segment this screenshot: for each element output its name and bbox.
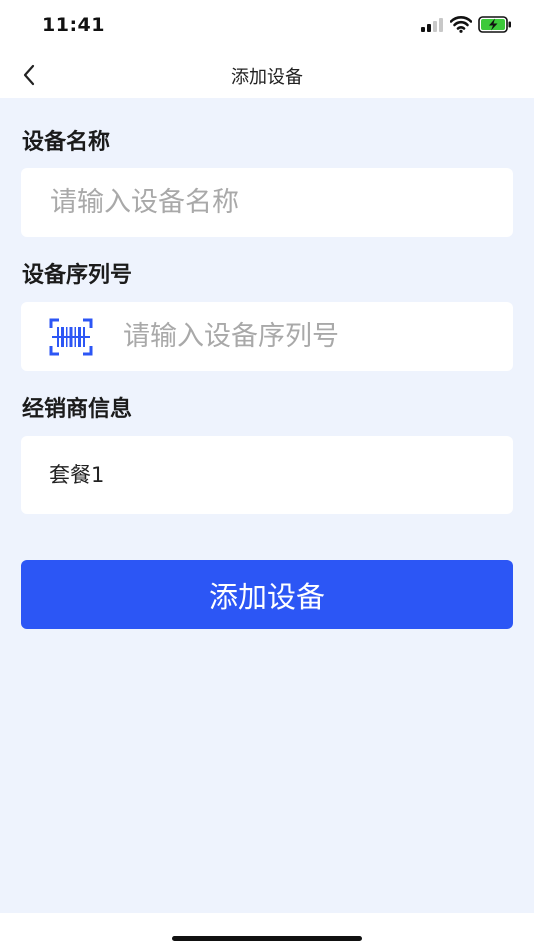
add-device-button[interactable]: 添加设备 [21, 560, 513, 629]
device-name-input[interactable] [50, 168, 490, 237]
nav-bar: 添加设备 [0, 50, 534, 98]
home-indicator[interactable] [172, 936, 362, 941]
page-title: 添加设备 [231, 67, 303, 88]
wifi-icon [450, 16, 472, 33]
serial-number-field [21, 302, 513, 371]
status-time: 11:41 [42, 14, 105, 36]
battery-charging-icon [478, 16, 511, 33]
dealer-info-field[interactable]: 套餐1 [21, 436, 513, 514]
device-name-field [21, 168, 513, 237]
barcode-scan-icon[interactable] [49, 318, 93, 356]
dealer-package-value: 套餐1 [49, 463, 105, 487]
serial-number-input[interactable] [123, 302, 493, 371]
status-bar: 11:41 [0, 0, 534, 50]
bottom-area [0, 913, 534, 950]
dealer-info-label: 经销商信息 [22, 397, 133, 422]
device-name-label: 设备名称 [22, 130, 111, 155]
serial-number-label: 设备序列号 [22, 263, 133, 288]
signal-icon [421, 18, 443, 32]
add-device-screen: 11:41 添加设备 设备名称 请输入设备名称 设备序列号 请输入设备序列号 经… [0, 0, 534, 950]
form-content: 设备名称 设备序列号 经销商信息 套餐1 [0, 98, 534, 913]
